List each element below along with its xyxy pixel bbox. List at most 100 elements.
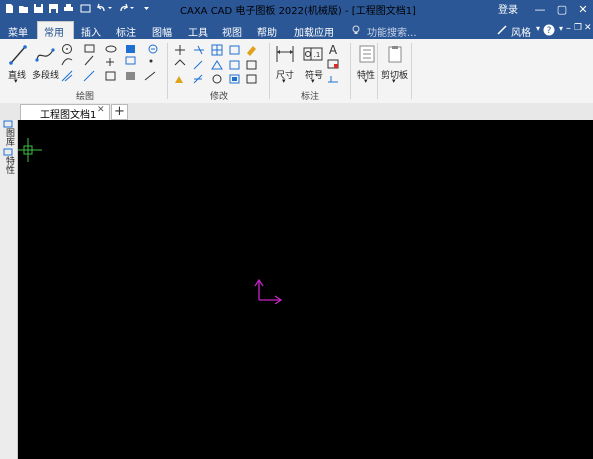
line-tool-icon[interactable] bbox=[8, 44, 28, 66]
array-icon[interactable] bbox=[211, 44, 223, 56]
leader-icon[interactable] bbox=[328, 76, 338, 83]
svg-text:?: ? bbox=[547, 26, 552, 36]
draw-tools-grid bbox=[61, 44, 158, 82]
arc-icon[interactable] bbox=[61, 58, 73, 66]
close-button[interactable]: ✕ bbox=[573, 0, 593, 20]
modify-group-label: 修改 bbox=[210, 92, 229, 102]
offset-icon[interactable] bbox=[61, 70, 73, 82]
doc-close-button[interactable]: ✕ bbox=[584, 23, 592, 33]
menu-main[interactable]: 菜单 bbox=[8, 24, 28, 39]
pick-icon[interactable] bbox=[144, 71, 156, 81]
symbol-icon[interactable]: .1 bbox=[303, 45, 323, 63]
ellipse-icon[interactable] bbox=[105, 45, 117, 53]
clipboard-icon[interactable] bbox=[386, 45, 404, 63]
doc-minimize-button[interactable]: – bbox=[566, 23, 571, 34]
explode-icon[interactable] bbox=[229, 60, 240, 70]
svg-text:.1: .1 bbox=[314, 51, 321, 59]
construction-line-icon[interactable] bbox=[83, 70, 95, 82]
clipboard-chevron-down-icon[interactable]: ▾ bbox=[392, 77, 396, 85]
save-icon[interactable] bbox=[33, 3, 44, 14]
fillet-icon[interactable] bbox=[175, 76, 183, 83]
dimension-icon[interactable] bbox=[275, 45, 295, 63]
table-annotation-icon[interactable] bbox=[327, 59, 339, 69]
group-icon[interactable] bbox=[246, 74, 257, 84]
maximize-button[interactable]: ▢ bbox=[552, 0, 572, 20]
tab-view[interactable]: 视图 bbox=[222, 24, 242, 39]
tab-sheet[interactable]: 图幅 bbox=[152, 24, 172, 39]
document-tab-close-icon[interactable]: ✕ bbox=[97, 105, 105, 115]
style-dropdown[interactable]: 风格 bbox=[511, 24, 531, 39]
chamfer-icon[interactable] bbox=[193, 74, 203, 84]
print-preview-icon[interactable] bbox=[80, 3, 91, 14]
undo-icon[interactable] bbox=[96, 3, 114, 14]
eraser-icon[interactable] bbox=[247, 46, 256, 56]
properties-icon[interactable] bbox=[358, 45, 376, 63]
copy-icon[interactable] bbox=[229, 74, 240, 84]
side-tab-library[interactable]: 图库 bbox=[3, 128, 16, 146]
hatch-icon[interactable] bbox=[126, 45, 135, 53]
print-icon[interactable] bbox=[63, 3, 74, 14]
new-tab-button[interactable]: + bbox=[111, 104, 128, 120]
customize-quick-access-icon[interactable] bbox=[141, 3, 152, 14]
extend-icon[interactable] bbox=[193, 60, 203, 70]
text-icon[interactable] bbox=[125, 56, 136, 65]
trim-icon[interactable] bbox=[194, 45, 204, 55]
block-icon[interactable] bbox=[148, 44, 158, 54]
circle-icon[interactable] bbox=[62, 44, 72, 54]
function-search-input[interactable]: 功能搜索... bbox=[367, 24, 417, 39]
table-icon[interactable] bbox=[126, 72, 135, 80]
center-line-icon[interactable] bbox=[106, 58, 114, 66]
login-button[interactable]: 登录 bbox=[498, 1, 518, 16]
scale-icon[interactable] bbox=[229, 45, 240, 55]
help-icon[interactable]: ? bbox=[543, 24, 555, 36]
drawing-canvas[interactable] bbox=[18, 120, 593, 459]
side-tab-properties[interactable]: 特性 bbox=[3, 156, 16, 174]
tab-insert[interactable]: 插入 bbox=[81, 24, 101, 39]
spline-icon[interactable] bbox=[84, 55, 94, 66]
dimension-chevron-down-icon[interactable]: ▾ bbox=[282, 77, 286, 85]
group-separator bbox=[167, 43, 168, 99]
symbol-chevron-down-icon[interactable]: ▾ bbox=[311, 77, 315, 85]
mirror-icon[interactable] bbox=[211, 60, 223, 70]
group-separator bbox=[350, 43, 351, 99]
lightbulb-icon bbox=[352, 25, 360, 34]
redo-icon[interactable] bbox=[118, 3, 136, 14]
window-title: CAXA CAD 电子图板 2022(机械版) - [工程图文档1] bbox=[180, 6, 416, 17]
line-chevron-down-icon[interactable]: ▾ bbox=[14, 77, 18, 85]
stretch-icon[interactable] bbox=[246, 60, 257, 70]
group-separator bbox=[377, 43, 378, 99]
rotate-icon[interactable] bbox=[174, 59, 186, 66]
minimize-button[interactable]: — bbox=[530, 0, 550, 20]
tab-tools[interactable]: 工具 bbox=[188, 24, 208, 39]
document-tab-label[interactable]: 工程图文档1 bbox=[40, 106, 96, 121]
group-separator bbox=[411, 43, 412, 99]
tab-annotate[interactable]: 标注 bbox=[116, 24, 136, 39]
save-as-icon[interactable] bbox=[48, 3, 59, 14]
rectangle-icon[interactable] bbox=[84, 44, 95, 53]
tab-common[interactable]: 常用 bbox=[44, 24, 64, 39]
ucs-axis-icon bbox=[254, 278, 283, 304]
text-annotation-icon[interactable]: A bbox=[329, 43, 338, 57]
polygon-icon[interactable] bbox=[105, 71, 116, 81]
break-icon[interactable] bbox=[212, 74, 222, 84]
properties-chevron-down-icon[interactable]: ▾ bbox=[364, 77, 368, 85]
group-separator bbox=[269, 43, 270, 99]
move-icon[interactable] bbox=[175, 45, 185, 55]
new-file-icon[interactable] bbox=[4, 3, 15, 14]
polyline-tool-icon[interactable] bbox=[34, 44, 56, 66]
crosshair-cursor-icon bbox=[18, 138, 42, 162]
style-chevron-down-icon[interactable]: ▾ bbox=[536, 24, 540, 33]
doc-restore-button[interactable]: ❐ bbox=[574, 23, 582, 33]
annotate-group-label: 标注 bbox=[301, 92, 320, 102]
point-icon[interactable] bbox=[149, 59, 153, 63]
annotate-tools-column: A bbox=[327, 43, 339, 83]
tab-load-apps[interactable]: 加载应用 bbox=[294, 24, 334, 39]
help-chevron-down-icon[interactable]: ▾ bbox=[559, 24, 563, 33]
polyline-tool-label[interactable]: 多段线 bbox=[32, 68, 59, 81]
library-icon bbox=[3, 120, 13, 128]
style-palette-icon bbox=[497, 25, 507, 35]
draw-group-label: 绘图 bbox=[76, 92, 95, 102]
tab-help[interactable]: 帮助 bbox=[257, 24, 277, 39]
properties-panel-icon bbox=[3, 148, 13, 156]
open-folder-icon[interactable] bbox=[18, 3, 29, 14]
